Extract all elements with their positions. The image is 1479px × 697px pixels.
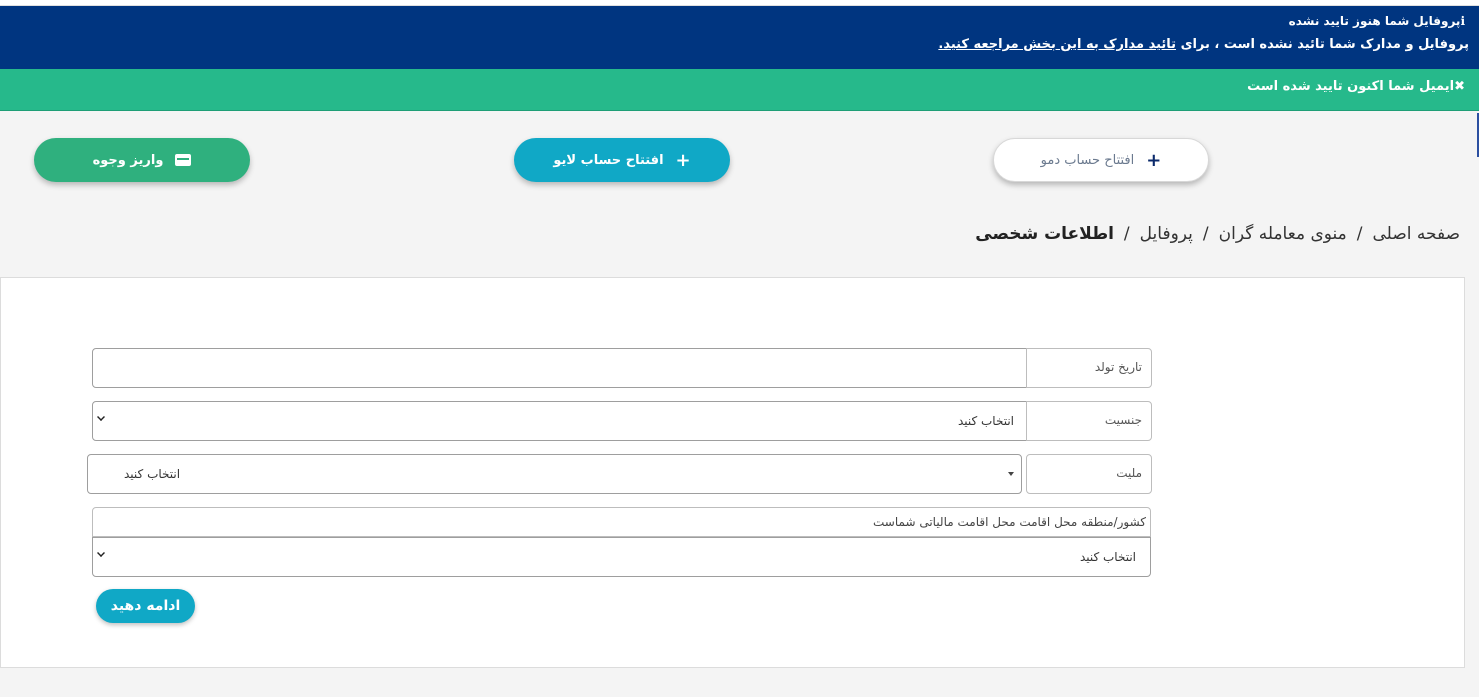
gender-select-value: انتخاب کنید bbox=[957, 414, 1014, 428]
alert-title-text: پروفایل شما هنوز تایید نشده bbox=[1288, 14, 1461, 28]
plus-icon: + bbox=[1146, 149, 1162, 171]
deposit-label: واریز وجوه bbox=[92, 152, 164, 168]
email-verified-message: ✖ایمیل شما اکنون تایید شده است bbox=[1247, 79, 1465, 94]
breadcrumb-current: اطلاعات شخصی bbox=[975, 224, 1114, 244]
nationality-select-value: انتخاب کنید bbox=[124, 467, 181, 481]
breadcrumb-profile[interactable]: پروفایل bbox=[1140, 224, 1193, 244]
alert-message-text: پروفایل و مدارک شما تائید نشده است ، برا… bbox=[1180, 37, 1469, 52]
alert-message: پروفایل و مدارک شما تائید نشده است ، برا… bbox=[938, 37, 1469, 52]
chevron-down-icon bbox=[97, 413, 105, 421]
close-icon[interactable]: ✖ bbox=[1454, 79, 1465, 94]
deposit-funds-button[interactable]: واریز وجوه bbox=[34, 138, 250, 182]
caret-down-icon bbox=[1008, 472, 1014, 476]
nationality-select[interactable]: انتخاب کنید bbox=[87, 454, 1022, 494]
plus-icon: + bbox=[675, 149, 691, 171]
breadcrumb-traders-menu[interactable]: منوی معامله گران bbox=[1219, 224, 1347, 244]
birth-date-input[interactable] bbox=[92, 348, 1027, 388]
continue-button[interactable]: ادامه دهید bbox=[96, 589, 195, 623]
open-demo-label: افتتاح حساب دمو bbox=[1040, 152, 1135, 168]
profile-unverified-alert: ℹپروفایل شما هنوز تایید نشده پروفایل و م… bbox=[0, 6, 1479, 69]
nationality-label: ملیت bbox=[1026, 454, 1152, 494]
tax-residence-select-value: انتخاب کنید bbox=[1079, 550, 1136, 564]
breadcrumb-separator: / bbox=[1123, 224, 1130, 244]
open-live-account-button[interactable]: + افتتاح حساب لایو bbox=[514, 138, 730, 182]
gender-label: جنسیت bbox=[1026, 401, 1152, 441]
breadcrumb: صفحه اصلی / منوی معامله گران / پروفایل /… bbox=[975, 224, 1460, 244]
email-verified-alert: ✖ایمیل شما اکنون تایید شده است bbox=[0, 69, 1479, 111]
breadcrumb-separator: / bbox=[1202, 224, 1209, 244]
tax-residence-select[interactable]: انتخاب کنید bbox=[92, 537, 1151, 577]
credit-card-icon bbox=[175, 154, 192, 166]
tax-residence-label: کشور/منطقه محل اقامت محل اقامت مالیاتی ش… bbox=[92, 507, 1151, 537]
email-verified-text: ایمیل شما اکنون تایید شده است bbox=[1247, 79, 1455, 94]
birth-date-label: تاریخ تولد bbox=[1026, 348, 1152, 388]
alert-title: ℹپروفایل شما هنوز تایید نشده bbox=[1289, 14, 1465, 28]
breadcrumb-home[interactable]: صفحه اصلی bbox=[1373, 224, 1460, 244]
open-live-label: افتتاح حساب لایو bbox=[553, 152, 664, 168]
open-demo-account-button[interactable]: + افتتاح حساب دمو bbox=[993, 138, 1209, 182]
breadcrumb-separator: / bbox=[1356, 224, 1363, 244]
documents-link[interactable]: تائید مدارک به این بخش مراجعه کنید. bbox=[938, 37, 1176, 52]
info-icon: ℹ bbox=[1460, 14, 1465, 28]
gender-select[interactable]: انتخاب کنید bbox=[92, 401, 1027, 441]
chevron-down-icon bbox=[97, 549, 105, 557]
